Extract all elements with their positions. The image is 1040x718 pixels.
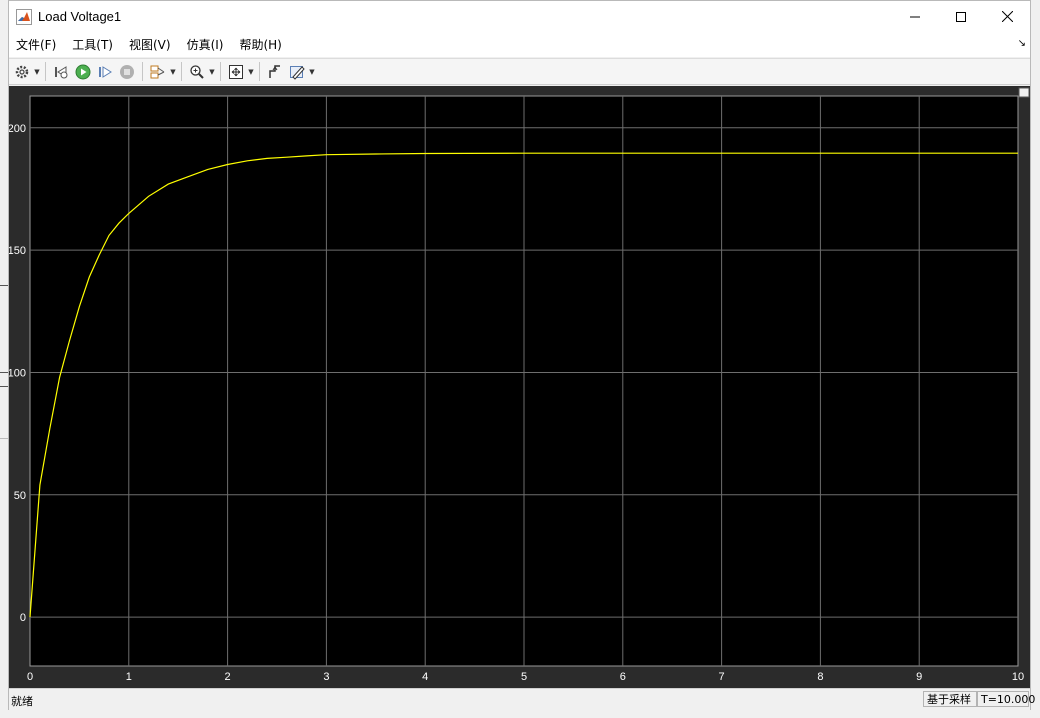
x-tick-label: 6 [620,671,626,683]
step-forward-icon[interactable] [95,62,115,82]
status-time: T=10.000 [977,691,1035,707]
fit-dropdown-icon[interactable]: ▼ [247,62,255,82]
x-tick-label: 9 [916,671,922,683]
x-tick-label: 8 [817,671,823,683]
toolbar-separator [142,62,143,81]
x-tick-label: 2 [225,671,231,683]
gear-icon[interactable] [12,62,32,82]
background-line [0,386,8,387]
zoom-icon[interactable] [187,62,207,82]
style-dropdown-icon[interactable]: ▼ [308,62,316,82]
menu-simulation[interactable]: 仿真(I) [179,34,232,56]
minimize-button[interactable] [892,1,938,32]
expand-axes-icon [1018,87,1030,98]
signal-select-icon[interactable] [148,62,168,82]
background-line [0,285,8,286]
y-tick-label: 50 [14,490,26,502]
edit-style-icon[interactable] [287,62,307,82]
status-sample-mode: 基于采样 [923,691,977,707]
triggers-icon[interactable] [265,62,285,82]
settings-dropdown-icon[interactable]: ▼ [33,62,41,82]
run-icon[interactable] [73,62,93,82]
x-tick-label: 1 [126,671,132,683]
menu-view[interactable]: 视图(V) [121,34,179,56]
menu-file[interactable]: 文件(F) [9,34,64,56]
toolbar: ▼ ▼ ▼ ▼ ▼ [9,58,1030,85]
toolbar-separator [259,62,260,81]
status-ready: 就绪 [11,695,33,708]
x-tick-label: 4 [422,671,428,683]
menu-help[interactable]: 帮助(H) [231,34,289,56]
background-line [0,438,8,439]
signal-dropdown-icon[interactable]: ▼ [169,62,177,82]
y-tick-label: 200 [9,123,26,135]
menu-tools[interactable]: 工具(T) [64,34,121,56]
close-button[interactable] [984,1,1030,32]
window-title: Load Voltage1 [38,9,122,24]
maximize-button[interactable] [938,1,984,32]
x-tick-label: 0 [27,671,33,683]
undock-arrow-icon[interactable]: ↘ [1018,38,1026,49]
title-bar[interactable]: Load Voltage1 [9,1,1030,32]
step-back-icon[interactable] [51,62,71,82]
x-tick-label: 10 [1012,671,1024,683]
scope-plot[interactable]: 0 1 2 3 4 5 6 7 8 9 10 0 50 100 150 200 [9,86,1030,688]
toolbar-separator [45,62,46,81]
background-line [0,372,8,373]
x-tick-label: 5 [521,671,527,683]
y-tick-label: 100 [9,367,26,379]
zoom-dropdown-icon[interactable]: ▼ [208,62,216,82]
scope-window: Load Voltage1 文件(F) 工具(T) 视图(V) 仿真(I) 帮助… [8,0,1035,710]
x-tick-label: 7 [719,671,725,683]
y-tick-label: 0 [20,612,26,624]
y-tick-label: 150 [9,245,26,257]
fit-to-view-icon[interactable] [226,62,246,82]
menu-bar: 文件(F) 工具(T) 视图(V) 仿真(I) 帮助(H) ↘ [9,32,1030,57]
status-bar: 就绪 基于采样 T=10.000 [9,688,1035,710]
x-tick-label: 3 [323,671,329,683]
matlab-icon [16,8,32,25]
toolbar-separator [181,62,182,81]
plot-svg: 0 1 2 3 4 5 6 7 8 9 10050100150200 [9,87,1030,683]
toolbar-separator [220,62,221,81]
stop-icon[interactable] [117,62,137,82]
